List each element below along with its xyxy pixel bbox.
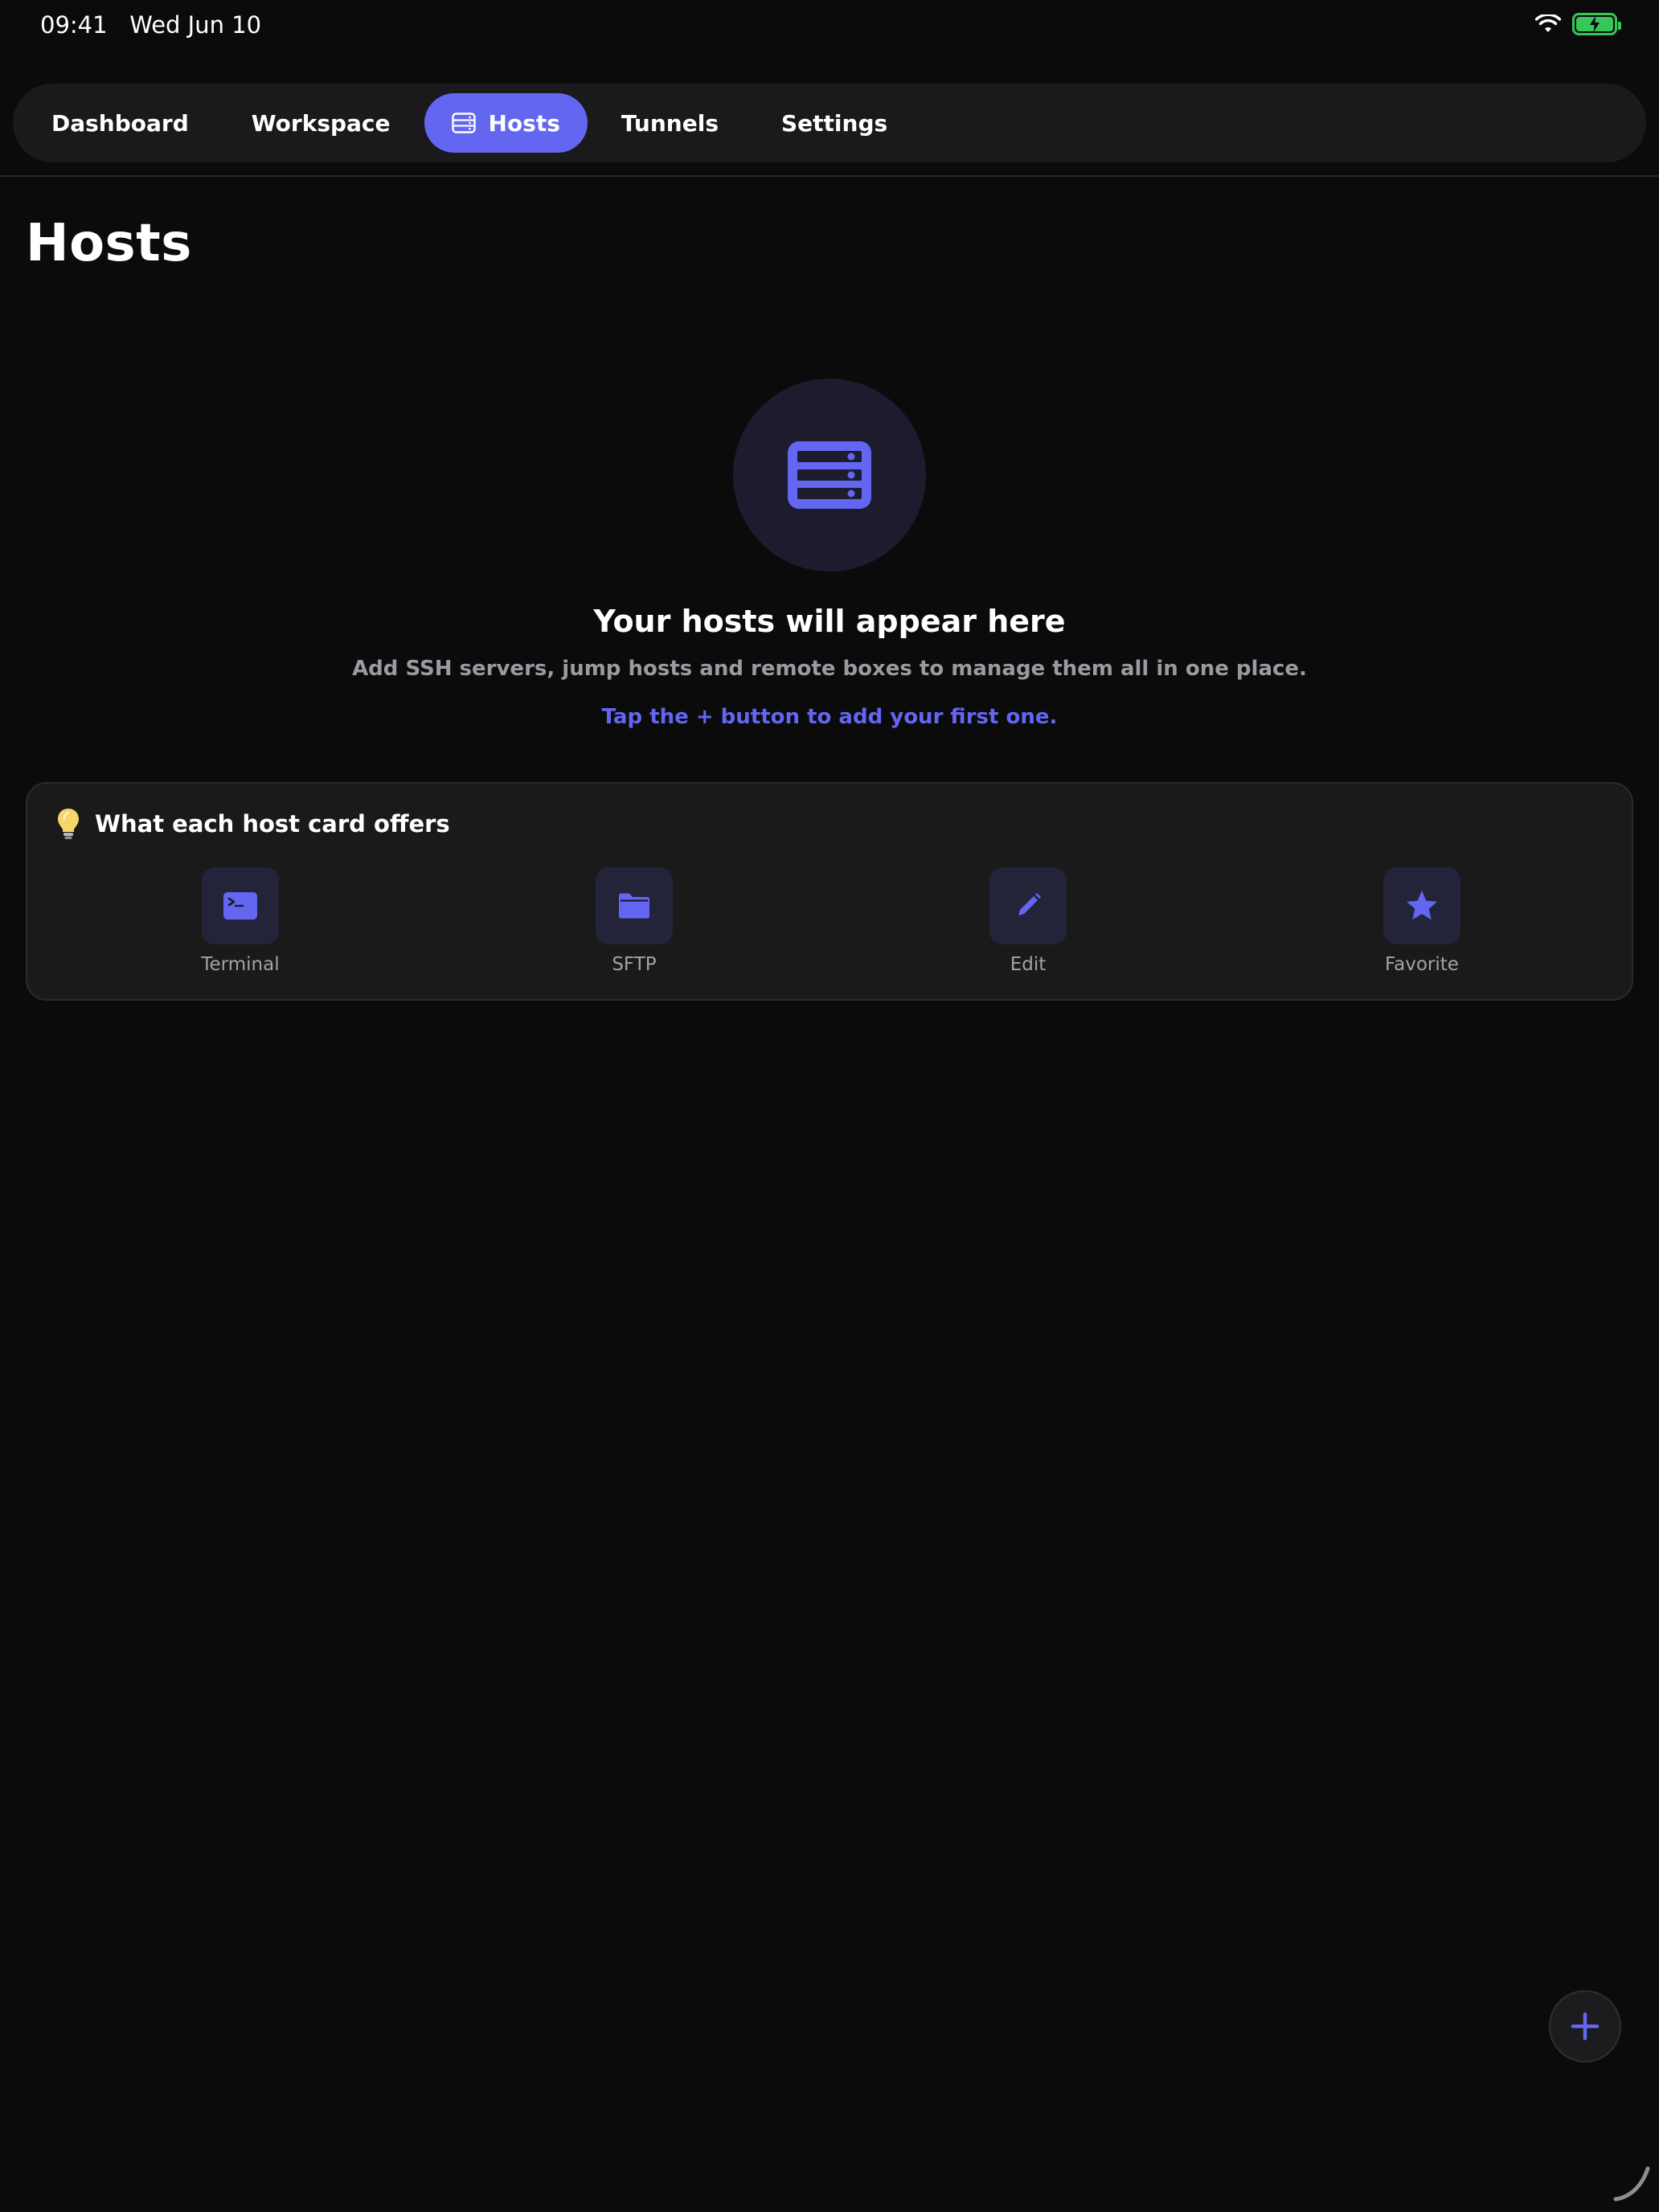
feature-edit: Edit: [948, 867, 1108, 975]
page-title: Hosts: [26, 214, 192, 273]
tab-hosts[interactable]: Hosts: [424, 93, 588, 153]
status-bar: 09:41 Wed Jun 10: [0, 0, 1659, 51]
tips-header: What each host card offers: [56, 808, 450, 840]
header-divider: [0, 175, 1659, 177]
favorite-tile[interactable]: [1383, 867, 1460, 944]
status-date: Wed Jun 10: [129, 11, 262, 39]
feature-label: Edit: [1010, 954, 1047, 975]
wifi-icon: [1535, 14, 1561, 32]
folder-icon: [619, 893, 649, 919]
battery-icon: [1572, 13, 1621, 35]
lightbulb-icon: [58, 809, 79, 839]
tab-label: Dashboard: [51, 109, 189, 137]
tab-tunnels[interactable]: Tunnels: [592, 93, 748, 153]
top-tab-bar: Dashboard Workspace Hosts Tunnels Settin…: [13, 84, 1646, 162]
feature-sftp: SFTP: [554, 867, 715, 975]
status-clock: 09:41: [40, 11, 108, 39]
terminal-icon: [223, 892, 257, 920]
sftp-tile[interactable]: [596, 867, 673, 944]
status-icons: [1535, 13, 1621, 35]
plus-icon: [1571, 2012, 1600, 2041]
empty-state-title: Your hosts will appear here: [593, 604, 1066, 639]
star-icon: [1407, 891, 1437, 920]
empty-state-hint: Tap the + button to add your first one.: [601, 705, 1058, 729]
empty-state-badge: [733, 379, 926, 571]
pencil-icon: [1018, 893, 1041, 916]
feature-label: Favorite: [1385, 954, 1459, 975]
tab-label: Tunnels: [621, 109, 719, 137]
tab-dashboard[interactable]: Dashboard: [23, 93, 218, 153]
feature-label: Terminal: [201, 954, 280, 975]
status-time: 09:41 Wed Jun 10: [40, 11, 261, 39]
terminal-tile[interactable]: [202, 867, 279, 944]
tab-label: Workspace: [251, 109, 391, 137]
feature-label: SFTP: [612, 954, 657, 975]
tab-label: Hosts: [488, 109, 560, 137]
server-icon: [451, 113, 476, 133]
feature-favorite: Favorite: [1342, 867, 1502, 975]
edit-tile[interactable]: [989, 867, 1067, 944]
tab-label: Settings: [780, 109, 888, 137]
server-icon: [788, 441, 871, 509]
host-card-tips: What each host card offers Terminal SFTP: [26, 782, 1633, 1001]
window-resize-handle[interactable]: [1611, 2164, 1651, 2204]
tab-workspace[interactable]: Workspace: [223, 93, 420, 153]
tab-settings[interactable]: Settings: [752, 93, 916, 153]
tips-title: What each host card offers: [95, 810, 450, 838]
feature-row: Terminal SFTP Edit Favorite: [27, 867, 1632, 988]
feature-terminal: Terminal: [160, 867, 321, 975]
add-host-button[interactable]: [1549, 1990, 1621, 2062]
empty-state-subtitle: Add SSH servers, jump hosts and remote b…: [352, 657, 1307, 681]
